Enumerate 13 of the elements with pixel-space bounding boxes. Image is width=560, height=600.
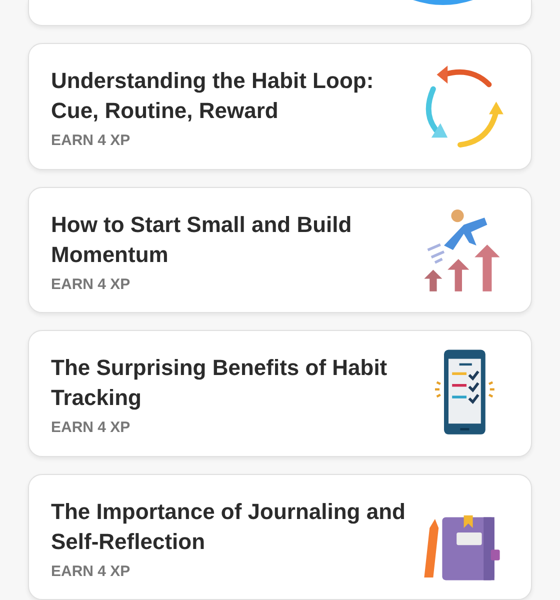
lesson-title: How to Start Small and Build Momentum — [51, 210, 353, 269]
lesson-title: The Surprising Benefits of Habit Tracking — [51, 354, 388, 412]
xp-reward: EARN 4 XP — [51, 419, 132, 436]
xp-reward: EARN 4 XP — [51, 562, 132, 580]
xp-reward: EARN 4 XP — [51, 132, 132, 150]
lesson-card[interactable]: How to Start Small and Build Momentum EARN 4 XP — [28, 186, 532, 314]
lesson-card[interactable]: Understanding the Habit Loop: Cue, Routine, Reward EARN 4 XP — [28, 43, 532, 170]
xp-reward: EARN 4 XP — [51, 276, 132, 293]
card-background[interactable] — [28, 0, 532, 26]
lesson-title: Understanding the Habit Loop: Cue, Routine, Reward — [51, 67, 375, 126]
lesson-title: The Importance of Journaling and Self-Reflection — [51, 498, 406, 556]
lesson-card[interactable]: The Surprising Benefits of Habit Tracking EARN 4 XP — [28, 330, 532, 457]
lesson-card[interactable]: The Importance of Journaling and Self-Reflection EARN 4 XP — [28, 474, 532, 600]
